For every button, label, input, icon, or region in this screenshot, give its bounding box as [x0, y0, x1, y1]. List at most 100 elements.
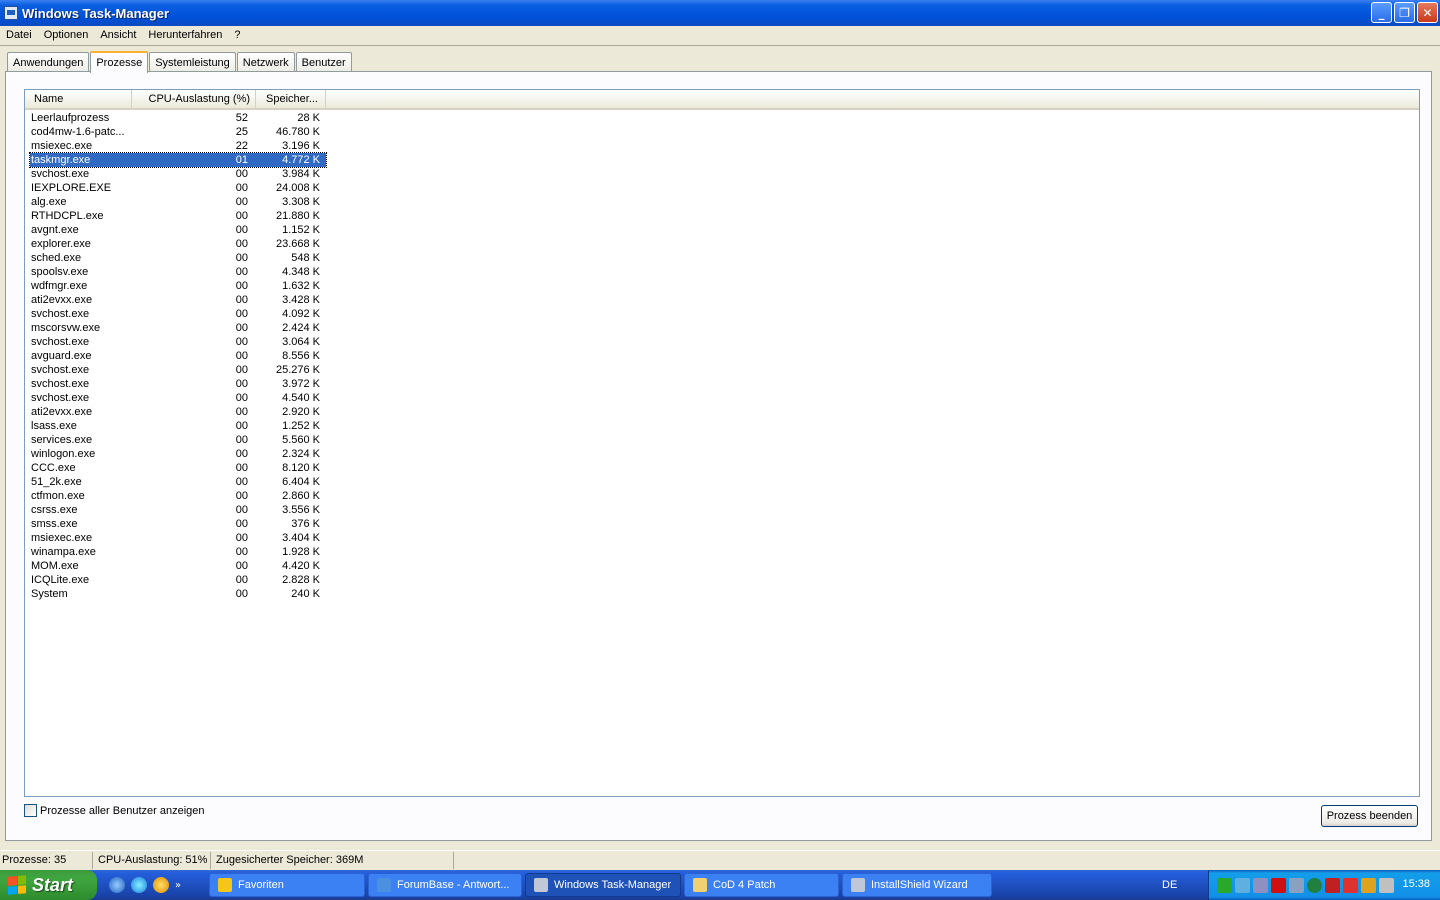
table-row[interactable]: ctfmon.exe 00 2.860 K: [30, 489, 326, 503]
taskbar-button[interactable]: ForumBase - Antwort...: [368, 873, 522, 897]
table-row[interactable]: avguard.exe 00 8.556 K: [30, 349, 326, 363]
cell-name: explorer.exe: [31, 238, 91, 250]
table-row[interactable]: ICQLite.exe 00 2.828 K: [30, 573, 326, 587]
table-row[interactable]: svchost.exe 00 3.972 K: [30, 377, 326, 391]
process-rows: Leerlaufprozess 52 28 K cod4mw-1.6-patc... 2…: [29, 111, 327, 601]
menu-help[interactable]: ?: [228, 29, 246, 41]
volume-icon[interactable]: [1379, 877, 1394, 893]
taskbar-button[interactable]: CoD 4 Patch: [684, 873, 839, 897]
ie-icon[interactable]: [131, 877, 147, 893]
antivirus-icon[interactable]: [1325, 877, 1340, 893]
end-process-button[interactable]: Prozess beenden: [1321, 805, 1418, 827]
cell-cpu: 00: [235, 238, 248, 250]
table-row[interactable]: svchost.exe 00 3.064 K: [30, 335, 326, 349]
table-row[interactable]: taskmgr.exe 01 4.772 K: [29, 152, 327, 168]
table-row[interactable]: avgnt.exe 00 1.152 K: [30, 223, 326, 237]
restore-button[interactable]: ❐: [1394, 2, 1415, 23]
cell-name: msiexec.exe: [31, 140, 93, 152]
cell-mem: 3.972 K: [282, 378, 320, 390]
column-header-name[interactable]: Name: [25, 90, 132, 108]
winamp-tray-icon[interactable]: [1361, 877, 1376, 893]
menu-optionen[interactable]: Optionen: [38, 29, 95, 41]
table-row[interactable]: mscorsvw.exe 00 2.424 K: [30, 321, 326, 335]
tab-netzwerk[interactable]: Netzwerk: [236, 52, 295, 72]
table-row[interactable]: System 00 240 K: [30, 587, 326, 601]
table-row[interactable]: MOM.exe 00 4.420 K: [30, 559, 326, 573]
cell-name: MOM.exe: [31, 560, 79, 572]
table-row[interactable]: alg.exe 00 3.308 K: [30, 195, 326, 209]
clock: 15:38: [1402, 878, 1430, 890]
cell-name: sched.exe: [31, 252, 82, 264]
tab-benutzer[interactable]: Benutzer: [295, 52, 352, 72]
menu-ansicht[interactable]: Ansicht: [94, 29, 142, 41]
table-row[interactable]: csrss.exe 00 3.556 K: [30, 503, 326, 517]
table-row[interactable]: sched.exe 00 548 K: [30, 251, 326, 265]
table-row[interactable]: Leerlaufprozess 52 28 K: [30, 111, 326, 125]
cell-name: msiexec.exe: [31, 532, 93, 544]
winamp-icon[interactable]: [153, 877, 169, 893]
table-row[interactable]: IEXPLORE.EXE 00 24.008 K: [30, 181, 326, 195]
table-row[interactable]: RTHDCPL.exe 00 21.880 K: [30, 209, 326, 223]
table-row[interactable]: explorer.exe 00 23.668 K: [30, 237, 326, 251]
chevron-icon[interactable]: »: [175, 880, 181, 891]
table-row[interactable]: CCC.exe 00 8.120 K: [30, 461, 326, 475]
show-all-users-option[interactable]: Prozesse aller Benutzer anzeigen: [24, 804, 204, 817]
close-button[interactable]: ✕: [1417, 2, 1438, 23]
table-row[interactable]: lsass.exe 00 1.252 K: [30, 419, 326, 433]
table-row[interactable]: 51_2k.exe 00 6.404 K: [30, 475, 326, 489]
table-row[interactable]: winlogon.exe 00 2.324 K: [30, 447, 326, 461]
table-row[interactable]: spoolsv.exe 00 4.348 K: [30, 265, 326, 279]
taskbar-button[interactable]: InstallShield Wizard: [842, 873, 992, 897]
column-header-cpu[interactable]: CPU-Auslastung (%): [132, 90, 256, 108]
window-controls: _ ❐ ✕: [1371, 2, 1438, 23]
ati-icon[interactable]: [1271, 877, 1286, 893]
cell-cpu: 00: [235, 448, 248, 460]
show-desktop-icon[interactable]: [109, 877, 125, 893]
cell-mem: 2.920 K: [282, 406, 320, 418]
nvidia-icon[interactable]: [1307, 877, 1322, 893]
tab-systemleistung[interactable]: Systemleistung: [149, 52, 236, 72]
table-row[interactable]: winampa.exe 00 1.928 K: [30, 545, 326, 559]
table-row[interactable]: ati2evxx.exe 00 3.428 K: [30, 293, 326, 307]
table-row[interactable]: svchost.exe 00 3.984 K: [30, 167, 326, 181]
column-header-memory[interactable]: Speicher...: [256, 90, 326, 108]
minimize-button[interactable]: _: [1371, 2, 1392, 23]
table-row[interactable]: msiexec.exe 22 3.196 K: [30, 139, 326, 153]
title-bar[interactable]: Windows Task-Manager _ ❐ ✕: [0, 0, 1440, 26]
table-row[interactable]: ati2evxx.exe 00 2.920 K: [30, 405, 326, 419]
process-list[interactable]: Name CPU-Auslastung (%) Speicher... Leer…: [24, 89, 1420, 797]
taskbar-button[interactable]: Windows Task-Manager: [525, 873, 681, 897]
table-row[interactable]: svchost.exe 00 4.540 K: [30, 391, 326, 405]
antivir-umbrella-icon[interactable]: [1343, 877, 1358, 893]
cell-mem: 1.252 K: [282, 420, 320, 432]
network-icon[interactable]: [1217, 877, 1232, 893]
ie-icon: [377, 878, 391, 892]
cell-cpu: 00: [235, 196, 248, 208]
table-row[interactable]: svchost.exe 00 4.092 K: [30, 307, 326, 321]
table-row[interactable]: services.exe 00 5.560 K: [30, 433, 326, 447]
computer-icon[interactable]: [1253, 877, 1268, 893]
taskbar-button[interactable]: Favoriten: [209, 873, 365, 897]
speaker-settings-icon[interactable]: [1289, 877, 1304, 893]
tab-anwendungen[interactable]: Anwendungen: [7, 52, 90, 72]
table-row[interactable]: svchost.exe 00 25.276 K: [30, 363, 326, 377]
cell-mem: 1.632 K: [282, 280, 320, 292]
cell-mem: 240 K: [291, 588, 320, 600]
tab-prozesse[interactable]: Prozesse: [90, 51, 149, 73]
cell-cpu: 00: [235, 350, 248, 362]
table-row[interactable]: msiexec.exe 00 3.404 K: [30, 531, 326, 545]
cell-mem: 5.560 K: [282, 434, 320, 446]
cell-mem: 21.880 K: [275, 210, 320, 222]
menu-herunterfahren[interactable]: Herunterfahren: [142, 29, 228, 41]
menu-datei[interactable]: Datei: [0, 29, 38, 41]
start-button[interactable]: Start: [0, 870, 97, 900]
bluetooth-icon[interactable]: [1235, 877, 1250, 893]
table-row[interactable]: wdfmgr.exe 00 1.632 K: [30, 279, 326, 293]
table-row[interactable]: smss.exe 00 376 K: [30, 517, 326, 531]
cell-cpu: 00: [235, 378, 248, 390]
cell-mem: 3.196 K: [282, 140, 320, 152]
table-row[interactable]: cod4mw-1.6-patc... 25 46.780 K: [30, 125, 326, 139]
cell-cpu: 00: [235, 392, 248, 404]
language-indicator[interactable]: DE: [1162, 870, 1202, 900]
show-all-users-checkbox[interactable]: [24, 804, 37, 817]
